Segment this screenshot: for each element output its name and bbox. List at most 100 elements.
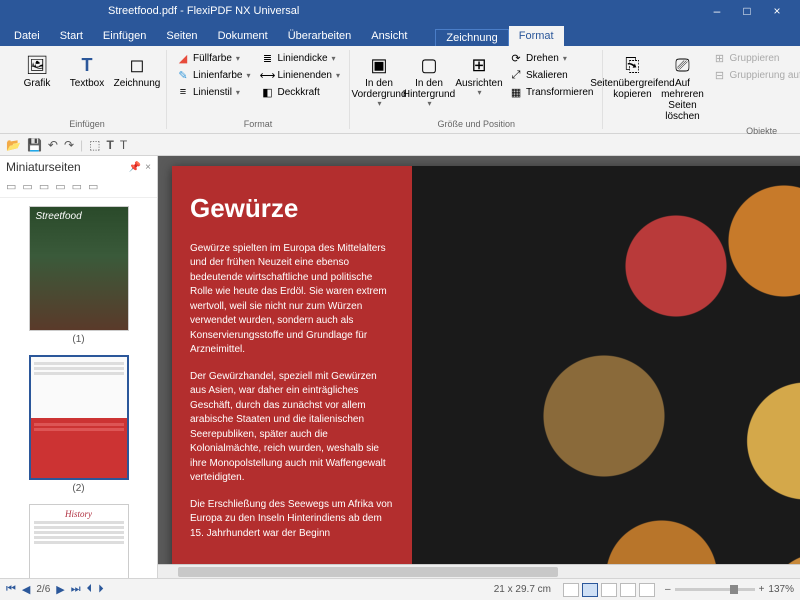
chevron-down-icon: ▾ [332,54,336,63]
zoom-level[interactable]: 137% [768,584,794,595]
tool-icon[interactable]: ▭ [88,180,98,193]
text-tool-icon[interactable]: T [107,138,114,152]
text-block[interactable]: Gewürze Gewürze spielten im Europa des M… [172,166,412,578]
last-page-icon[interactable]: ⏭ [71,583,81,596]
tool-icon[interactable]: ▭ [6,180,16,193]
copy-pages-icon: ⎘ [619,52,645,78]
skalieren-button[interactable]: ⤢Skalieren [506,67,596,83]
tool-icon[interactable]: ▭ [22,180,32,193]
menu-ueberarbeiten[interactable]: Überarbeiten [278,26,362,46]
menu-seiten[interactable]: Seiten [156,26,207,46]
opacity-icon: ◧ [261,85,275,99]
zoom-in-button[interactable]: + [759,584,765,595]
drehen-button[interactable]: ⟳Drehen▾ [506,50,596,66]
view-mode-button[interactable] [639,583,655,597]
undo-icon[interactable]: ↶ [48,138,58,152]
chevron-down-icon: ▾ [563,54,567,63]
linienstil-button[interactable]: ≡Linienstil▾ [173,84,254,100]
line-ends-icon: ⟷ [261,68,275,82]
ribbon-group-objekte: ⎘Seitenübergreifend kopieren ⎚Auf mehrer… [603,50,800,129]
view-mode-button[interactable] [601,583,617,597]
menu-ansicht[interactable]: Ansicht [361,26,417,46]
line-weight-icon: ≣ [261,51,275,65]
title-bar: Streetfood.pdf - FlexiPDF NX Universal –… [0,0,800,22]
first-page-icon[interactable]: ⏮ [6,583,16,596]
gruppierung-aufheben-button[interactable]: ⊟Gruppierung aufheben [709,67,800,83]
thumbnails-panel: Miniaturseiten 📌 × ▭ ▭ ▭ ▭ ▭ ▭ (1) (2) [0,156,158,578]
pin-icon[interactable]: 📌 [129,162,141,173]
workspace: Miniaturseiten 📌 × ▭ ▭ ▭ ▭ ▭ ▭ (1) (2) [0,156,800,578]
textbox-icon: T [74,52,100,78]
redo-icon[interactable]: ↷ [64,138,74,152]
next-page-icon[interactable]: ▶ [56,583,64,596]
menu-datei[interactable]: Datei [4,26,50,46]
thumbnails-list: (1) (2) History (3) Sandwich [0,198,157,578]
tool-icon[interactable]: ▭ [55,180,65,193]
zeichnung-button[interactable]: ◻Zeichnung [114,50,160,91]
grafik-button[interactable]: 🖼Grafik [14,50,60,91]
zoom-out-button[interactable]: – [665,584,671,595]
linienenden-button[interactable]: ⟷Linienenden▾ [258,67,344,83]
mehrere-seiten-loeschen-button[interactable]: ⎚Auf mehreren Seiten löschen [659,50,705,124]
view-mode-button[interactable] [563,583,579,597]
tool-icon[interactable]: ▭ [72,180,82,193]
ausrichten-button[interactable]: ⊞Ausrichten▾ [456,50,502,100]
save-icon[interactable]: 💾 [27,138,42,152]
chevron-down-icon: ▾ [378,100,382,109]
delete-pages-icon: ⎚ [669,52,695,78]
menu-einfuegen[interactable]: Einfügen [93,26,156,46]
transformieren-button[interactable]: ▦Transformieren [506,84,596,100]
close-panel-icon[interactable]: × [145,162,151,173]
prev-page-icon[interactable]: ◀ [22,583,30,596]
rotate-icon: ⟳ [509,51,523,65]
menu-start[interactable]: Start [50,26,93,46]
paragraph: Gewürze spielten im Europa des Mittelalt… [190,242,394,358]
thumbnail[interactable]: History (3) [20,504,137,578]
chevron-down-icon: ▾ [236,88,240,97]
line-style-icon: ≡ [176,85,190,99]
thumbnail[interactable]: (2) [20,355,137,494]
ribbon-group-label: Einfügen [14,117,160,129]
zoom-slider-thumb[interactable] [730,585,738,594]
horizontal-scrollbar[interactable] [158,564,800,578]
menu-dokument[interactable]: Dokument [208,26,278,46]
bring-front-icon: ▣ [366,52,392,78]
ribbon-group-format: ◢Füllfarbe▾ ✎Linienfarbe▾ ≡Linienstil▾ ≣… [167,50,350,129]
gruppieren-button[interactable]: ⊞Gruppieren [709,50,800,66]
tab-format[interactable]: Format [509,26,564,46]
page-indicator[interactable]: 2/6 [36,584,50,595]
hintergrund-button[interactable]: ▢In den Hintergrund▾ [406,50,452,111]
back-icon[interactable]: ⏴ [87,583,93,596]
pointer-icon[interactable]: ⬚ [89,138,100,152]
tool-icon[interactable]: ▭ [39,180,49,193]
view-mode-button[interactable] [620,583,636,597]
context-tab-group: Zeichnung [435,29,508,46]
paragraph: Der Gewürzhandel, speziell mit Gewürzen … [190,370,394,486]
fuellfarbe-button[interactable]: ◢Füllfarbe▾ [173,50,254,66]
page-dimensions: 21 x 29.7 cm [494,584,551,595]
document-page[interactable]: Gewürze Gewürze spielten im Europa des M… [172,166,800,578]
ribbon-group-einfuegen: 🖼Grafik TTextbox ◻Zeichnung Einfügen [8,50,167,129]
ribbon-group-label: Format [173,117,343,129]
line-color-icon: ✎ [176,68,190,82]
object-tool-icon[interactable]: T [120,138,127,152]
minimize-button[interactable]: – [702,4,732,18]
seitenuebergreifend-button[interactable]: ⎘Seitenübergreifend kopieren [609,50,655,102]
vordergrund-button[interactable]: ▣In den Vordergrund▾ [356,50,402,111]
chevron-down-icon: ▾ [478,89,482,98]
thumbnail[interactable]: (1) [20,206,137,345]
view-mode-button[interactable] [582,583,598,597]
open-icon[interactable]: 📂 [6,138,21,152]
maximize-button[interactable]: □ [732,4,762,18]
close-button[interactable]: × [762,4,792,18]
linienfarbe-button[interactable]: ✎Linienfarbe▾ [173,67,254,83]
fill-color-icon: ◢ [176,51,190,65]
textbox-button[interactable]: TTextbox [64,50,110,91]
scrollbar-thumb[interactable] [178,567,558,577]
deckkraft-button[interactable]: ◧Deckkraft [258,84,344,100]
canvas[interactable]: Gewürze Gewürze spielten im Europa des M… [158,156,800,578]
menu-bar: Datei Start Einfügen Seiten Dokument Übe… [0,22,800,46]
liniendicke-button[interactable]: ≣Liniendicke▾ [258,50,344,66]
forward-icon[interactable]: ⏵ [98,583,104,596]
zoom-slider[interactable] [675,588,755,591]
